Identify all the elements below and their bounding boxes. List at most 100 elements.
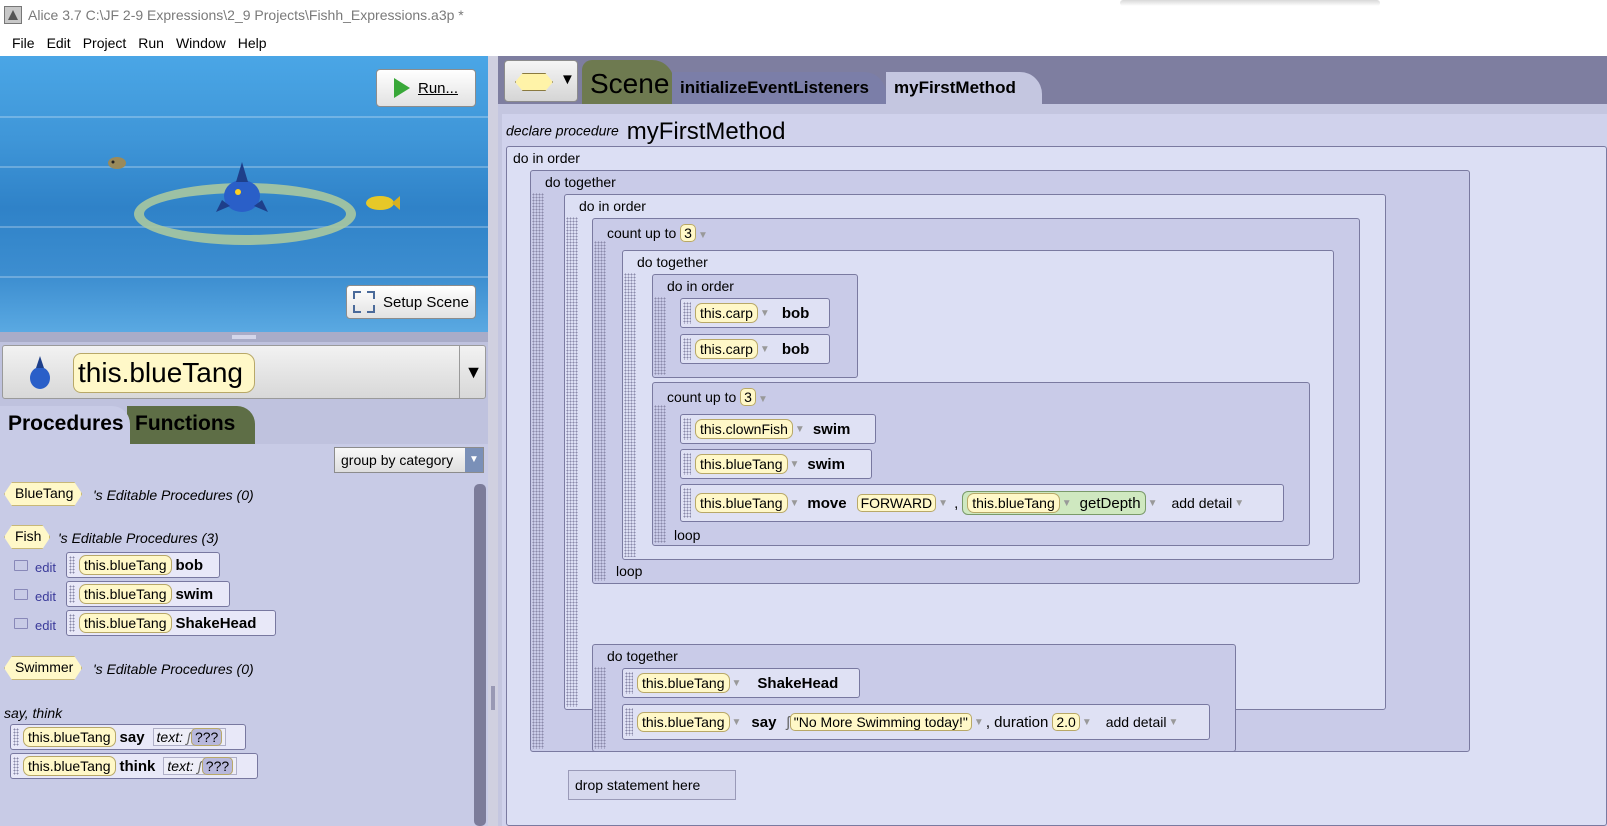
chevron-down-icon: ▼: [465, 448, 483, 472]
object-tile[interactable]: this.carp: [695, 303, 758, 323]
add-detail-button[interactable]: add detail: [1171, 495, 1232, 511]
chevron-down-icon: ▼: [560, 71, 575, 88]
object-tile[interactable]: this.blueTang: [637, 712, 730, 732]
menu-window[interactable]: Window: [176, 35, 226, 51]
object-tile: this.blueTang: [79, 555, 172, 575]
object-tile: this.blueTang: [79, 584, 172, 604]
setup-scene-button[interactable]: Setup Scene: [346, 285, 476, 319]
add-detail-button[interactable]: add detail: [1106, 714, 1167, 730]
method-label: swim: [175, 585, 214, 603]
title-shadow: [1120, 0, 1380, 6]
getdepth-function[interactable]: this.blueTang ▼ getDepth: [962, 491, 1146, 515]
declare-procedure-header: declare procedure myFirstMethod: [506, 118, 786, 145]
folder-icon: [14, 618, 28, 629]
param-label: text: ʃ???: [152, 728, 227, 746]
proc-tile-swim[interactable]: this.blueTang swim: [66, 581, 230, 607]
object-selector[interactable]: this.blueTang ▼: [2, 345, 486, 399]
group-by-select[interactable]: group by category ▼: [334, 447, 484, 473]
tab-functions[interactable]: Functions: [127, 406, 255, 444]
scene-view[interactable]: Run... Setup Scene: [0, 56, 488, 332]
blue-tang-thumbnail-icon: [30, 356, 50, 389]
procedures-scrollbar[interactable]: [474, 484, 486, 826]
selected-object-tile: this.blueTang: [73, 353, 255, 393]
setup-label: Setup Scene: [383, 293, 469, 311]
blue-tang-fish: [216, 162, 268, 212]
tab-my-first-method[interactable]: myFirstMethod: [886, 72, 1042, 104]
menu-project[interactable]: Project: [83, 35, 127, 51]
carp-fish: [108, 157, 126, 169]
window-title: Alice 3.7 C:\JF 2-9 Expressions\2_9 Proj…: [28, 7, 464, 23]
statement-bluetang-swim[interactable]: this.blueTang ▼ swim: [680, 449, 872, 479]
edit-link-shakehead[interactable]: edit: [35, 618, 56, 633]
class-tile-fish[interactable]: Fish: [4, 525, 50, 549]
procedure-tabs: Functions Procedures: [0, 404, 488, 444]
statement-bluetang-say[interactable]: this.blueTang ▼ say ʃ "No More Swimming to…: [622, 704, 1210, 740]
say-text-value[interactable]: "No More Swimming today!": [789, 713, 972, 731]
object-tile[interactable]: this.blueTang: [637, 673, 730, 693]
drop-statement-area[interactable]: drop statement here: [568, 770, 736, 800]
loop-label: loop: [674, 527, 701, 543]
class-tile-bluetang[interactable]: BlueTang: [4, 482, 82, 506]
title-bar: Alice 3.7 C:\JF 2-9 Expressions\2_9 Proj…: [0, 0, 1607, 30]
method-name: myFirstMethod: [626, 118, 786, 145]
object-tile[interactable]: this.clownFish: [695, 419, 793, 439]
statement-bluetang-shakehead[interactable]: this.blueTang ▼ ShakeHead: [622, 668, 860, 698]
menu-bar: File Edit Project Run Window Help: [0, 30, 1607, 56]
param-label: text: ʃ???: [163, 757, 238, 775]
object-tile[interactable]: this.carp: [695, 339, 758, 359]
count-value[interactable]: 3: [680, 224, 696, 242]
procedures-panel: group by category ▼ BlueTang 's Editable…: [0, 444, 488, 826]
editor-tabstrip: ▼ Scene initializeEventListeners myFirst…: [498, 56, 1607, 104]
tab-initialize-event-listeners[interactable]: initializeEventListeners: [672, 72, 886, 104]
class-hexagon-icon: [515, 73, 553, 91]
object-tile[interactable]: this.blueTang: [695, 454, 788, 474]
proc-tile-bob[interactable]: this.blueTang bob: [66, 552, 220, 578]
tab-procedures[interactable]: Procedures: [0, 406, 130, 444]
method-label: think: [119, 757, 156, 775]
statement-bluetang-move[interactable]: this.blueTang ▼ move FORWARD ▼ , this.blue…: [680, 484, 1284, 522]
duration-value[interactable]: 2.0: [1052, 713, 1080, 731]
type-selector-button[interactable]: ▼: [504, 60, 578, 102]
chevron-down-icon[interactable]: ▼: [459, 346, 487, 398]
statement-clownfish-swim[interactable]: this.clownFish ▼ swim: [680, 414, 876, 444]
edit-link-bob[interactable]: edit: [35, 560, 56, 575]
expand-icon: [353, 291, 376, 313]
folder-icon: [14, 560, 28, 571]
statement-carp-bob[interactable]: this.carp ▼ bob: [680, 334, 830, 364]
bluetang-procedures-label: 's Editable Procedures (0): [93, 487, 254, 503]
object-tile: this.blueTang: [23, 727, 116, 747]
menu-edit[interactable]: Edit: [47, 35, 71, 51]
alice-app-icon: [4, 6, 22, 24]
count-value[interactable]: 3: [740, 388, 756, 406]
method-editor: declare procedure myFirstMethod do in or…: [502, 114, 1607, 826]
edit-link-swim[interactable]: edit: [35, 589, 56, 604]
run-label: Run...: [417, 79, 459, 97]
object-tile: this.blueTang: [79, 613, 172, 633]
class-tile-swimmer[interactable]: Swimmer: [4, 656, 82, 680]
object-tile: this.blueTang: [23, 756, 116, 776]
proc-tile-think[interactable]: this.blueTang think text: ʃ???: [10, 753, 258, 779]
say-think-category: say, think: [4, 705, 63, 721]
method-label: bob: [175, 556, 204, 574]
fish-procedures-label: 's Editable Procedures (3): [58, 530, 219, 546]
proc-tile-shakehead[interactable]: this.blueTang ShakeHead: [66, 610, 276, 636]
menu-file[interactable]: File: [12, 35, 35, 51]
vertical-splitter[interactable]: [488, 56, 498, 826]
menu-help[interactable]: Help: [238, 35, 267, 51]
statement-carp-bob[interactable]: this.carp ▼ bob: [680, 298, 830, 328]
tab-scene[interactable]: Scene: [582, 60, 674, 104]
horizontal-splitter[interactable]: [0, 332, 488, 342]
method-label: ShakeHead: [175, 614, 257, 632]
run-button[interactable]: Run...: [376, 69, 476, 107]
group-by-value: group by category: [341, 452, 454, 468]
menu-run[interactable]: Run: [138, 35, 164, 51]
duration-label: , duration: [985, 713, 1049, 731]
loop-label: loop: [616, 563, 643, 579]
object-tile[interactable]: this.blueTang: [695, 493, 788, 513]
left-pane: Run... Setup Scene this.blueTang ▼ Funct…: [0, 56, 490, 826]
clown-fish: [366, 196, 400, 210]
code-editor-pane: ▼ Scene initializeEventListeners myFirst…: [498, 56, 1607, 826]
proc-tile-say[interactable]: this.blueTang say text: ʃ???: [10, 724, 246, 750]
direction-value[interactable]: FORWARD: [856, 494, 937, 512]
play-icon: [393, 78, 410, 98]
